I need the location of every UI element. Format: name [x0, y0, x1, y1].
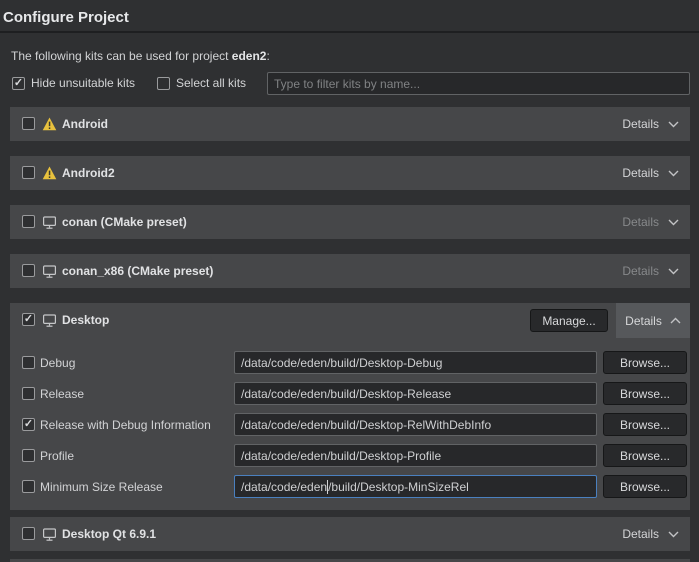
- details-button-android2[interactable]: Details: [622, 156, 679, 190]
- config-row-release: Release Browse...: [10, 382, 690, 405]
- browse-button-profile[interactable]: Browse...: [603, 444, 687, 467]
- select-all-kits-checkbox-group[interactable]: Select all kits: [157, 76, 246, 90]
- title-separator: [0, 31, 699, 33]
- config-row-relwithdebinfo: Release with Debug Information Browse...: [10, 413, 690, 436]
- chevron-down-icon: [668, 219, 679, 226]
- config-row-minsizerel: Minimum Size Release /data/code/eden/bui…: [10, 475, 690, 498]
- details-label: Details: [622, 166, 659, 180]
- configure-project-page: Configure Project The following kits can…: [0, 0, 699, 562]
- build-dir-input-release[interactable]: [234, 382, 597, 405]
- config-checkbox-profile[interactable]: [22, 449, 35, 462]
- intro-prefix: The following kits can be used for proje…: [11, 49, 232, 63]
- config-checkbox-minsizerel[interactable]: [22, 480, 35, 493]
- chevron-down-icon: [668, 531, 679, 538]
- page-title: Configure Project: [3, 9, 129, 26]
- kit-checkbox-desktop-qt[interactable]: [22, 527, 35, 540]
- chevron-up-icon: [670, 317, 681, 324]
- kit-checkbox-android2[interactable]: [22, 166, 35, 179]
- details-label: Details: [625, 314, 662, 328]
- kit-name: conan_x86 (CMake preset): [62, 264, 213, 279]
- chevron-down-icon: [668, 170, 679, 177]
- kit-row-desktop[interactable]: Desktop Manage... Details: [10, 303, 690, 338]
- config-checkbox-release[interactable]: [22, 387, 35, 400]
- kit-section-desktop: Desktop Manage... Details Debug Browse..…: [10, 303, 690, 510]
- build-dir-input-minsizerel[interactable]: /data/code/eden/build/Desktop-MinSizeRel: [234, 475, 597, 498]
- browse-button-minsizerel[interactable]: Browse...: [603, 475, 687, 498]
- config-row-profile: Profile Browse...: [10, 444, 690, 467]
- chevron-down-icon: [668, 268, 679, 275]
- browse-button-release[interactable]: Browse...: [603, 382, 687, 405]
- kit-name: Desktop: [62, 313, 109, 328]
- hide-unsuitable-label: Hide unsuitable kits: [31, 76, 135, 90]
- desktop-icon: [42, 313, 57, 328]
- config-checkbox-relwithdebinfo[interactable]: [22, 418, 35, 431]
- kit-name: Android2: [62, 166, 115, 181]
- details-button-desktop[interactable]: Details: [616, 303, 690, 338]
- kit-name: conan (CMake preset): [62, 215, 187, 230]
- kit-checkbox-conan[interactable]: [22, 215, 35, 228]
- kit-checkbox-desktop[interactable]: [22, 313, 35, 326]
- hide-unsuitable-kits-checkbox-group[interactable]: Hide unsuitable kits: [12, 76, 135, 90]
- build-dir-input-relwithdebinfo[interactable]: [234, 413, 597, 436]
- details-button-conan-x86[interactable]: Details: [622, 254, 679, 288]
- build-dir-input-debug[interactable]: [234, 351, 597, 374]
- kits-intro-text: The following kits can be used for proje…: [11, 49, 270, 63]
- kit-name: Android: [62, 117, 108, 132]
- kit-filter-input[interactable]: [267, 72, 690, 95]
- config-label: Profile: [40, 449, 74, 463]
- details-label: Details: [622, 117, 659, 131]
- warning-icon: [42, 117, 57, 132]
- details-label: Details: [622, 215, 659, 229]
- kit-row-conan-x86[interactable]: conan_x86 (CMake preset) Details: [10, 254, 690, 288]
- manage-kits-button[interactable]: Manage...: [530, 309, 608, 332]
- config-label: Debug: [40, 356, 75, 370]
- config-checkbox-debug[interactable]: [22, 356, 35, 369]
- kit-checkbox-android[interactable]: [22, 117, 35, 130]
- config-label: Minimum Size Release: [40, 480, 163, 494]
- details-button-desktop-qt[interactable]: Details: [622, 517, 679, 551]
- desktop-icon: [42, 527, 57, 542]
- browse-button-relwithdebinfo[interactable]: Browse...: [603, 413, 687, 436]
- project-name: eden2: [232, 49, 267, 63]
- chevron-down-icon: [668, 121, 679, 128]
- details-button-android[interactable]: Details: [622, 107, 679, 141]
- details-label: Details: [622, 527, 659, 541]
- config-label: Release with Debug Information: [40, 418, 211, 432]
- kit-checkbox-conan-x86[interactable]: [22, 264, 35, 277]
- config-row-debug: Debug Browse...: [10, 351, 690, 374]
- select-all-checkbox[interactable]: [157, 77, 170, 90]
- config-label: Release: [40, 387, 84, 401]
- details-button-conan[interactable]: Details: [622, 205, 679, 239]
- warning-icon: [42, 166, 57, 181]
- kit-row-android2[interactable]: Android2 Details: [10, 156, 690, 190]
- intro-suffix: :: [266, 49, 269, 63]
- desktop-icon: [42, 215, 57, 230]
- details-label: Details: [622, 264, 659, 278]
- hide-unsuitable-checkbox[interactable]: [12, 77, 25, 90]
- desktop-icon: [42, 264, 57, 279]
- build-dir-input-profile[interactable]: [234, 444, 597, 467]
- kit-row-android[interactable]: Android Details: [10, 107, 690, 141]
- kit-name: Desktop Qt 6.9.1: [62, 527, 156, 542]
- browse-button-debug[interactable]: Browse...: [603, 351, 687, 374]
- select-all-label: Select all kits: [176, 76, 246, 90]
- kit-row-conan[interactable]: conan (CMake preset) Details: [10, 205, 690, 239]
- kit-row-desktop-qt[interactable]: Desktop Qt 6.9.1 Details: [10, 517, 690, 551]
